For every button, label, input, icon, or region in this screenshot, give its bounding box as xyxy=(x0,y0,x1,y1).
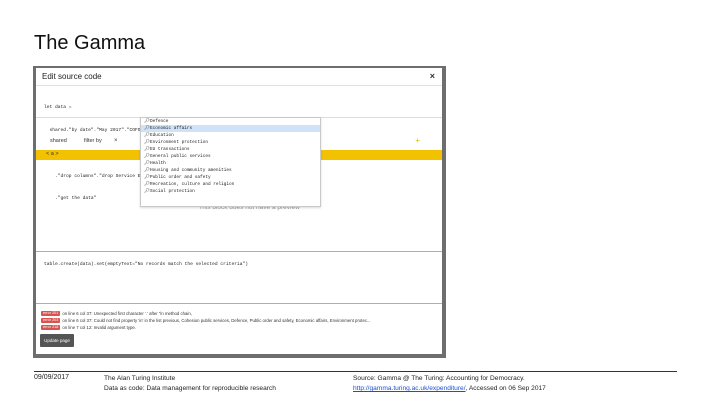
autocomplete-item[interactable]: 🔎︎Environment protection xyxy=(141,139,320,146)
divider xyxy=(36,251,442,252)
error-row: error 218 on line 7 col 12: Invalid argu… xyxy=(41,324,439,331)
property-icon: 🔎︎ xyxy=(144,189,150,194)
update-page-button[interactable]: Update page xyxy=(40,334,74,347)
source-accessed: , Accessed on 06 Sep 2017 xyxy=(465,385,546,392)
code-line: let data = xyxy=(44,105,72,111)
autocomplete-item[interactable]: 🔎︎Recreation, culture and religion xyxy=(141,181,320,188)
property-icon: 🔎︎ xyxy=(144,154,150,159)
error-list: error 201 on line 6 col 37: Unexpected f… xyxy=(41,310,439,331)
modal-title: Edit source code xyxy=(42,72,102,81)
screenshot-frame: Edit source code × let data = shared."by… xyxy=(33,66,446,358)
autocomplete-item[interactable]: 🔎︎General public services xyxy=(141,153,320,160)
source-link[interactable]: http://gamma.turing.ac.uk/expenditure/ xyxy=(353,385,466,392)
autocomplete-item[interactable]: 🔎︎Defence xyxy=(141,118,320,125)
autocomplete-item[interactable]: 🔎︎Social protection xyxy=(141,188,320,195)
property-icon: 🔎︎ xyxy=(144,175,150,180)
autocomplete-item[interactable]: 🔎︎Education xyxy=(141,132,320,139)
autocomplete-item[interactable]: 🔎︎EU transactions xyxy=(141,146,320,153)
error-row: error 201 on line 6 col 37: Unexpected f… xyxy=(41,310,439,317)
divider xyxy=(36,303,442,304)
error-text: on line 6 col 37: Could not find propert… xyxy=(62,318,371,323)
footer-source-line: http://gamma.turing.ac.uk/expenditure/, … xyxy=(353,384,546,394)
footer-source: Source: Gamma @ The Turing: Accounting f… xyxy=(353,374,546,394)
autocomplete-item[interactable]: 🔎︎Health xyxy=(141,160,320,167)
code-editor-table[interactable]: table.create(data).set(emptyText="No rec… xyxy=(44,262,248,267)
modal-header: Edit source code × xyxy=(36,68,442,86)
edit-source-modal: Edit source code × let data = shared."by… xyxy=(36,68,442,354)
selection-bar-nav[interactable]: < a > xyxy=(46,151,59,157)
autocomplete-item-selected[interactable]: 🔎︎Economic affairs xyxy=(141,125,320,132)
error-row: error 203 on line 6 col 37: Could not fi… xyxy=(41,317,439,324)
error-badge: error 201 xyxy=(41,311,61,316)
property-icon: 🔎︎ xyxy=(144,182,150,187)
property-icon: 🔎︎ xyxy=(144,133,150,138)
property-icon: 🔎︎ xyxy=(144,147,150,152)
filter-by-button[interactable]: filter by xyxy=(84,138,102,144)
property-icon: 🔎︎ xyxy=(144,161,150,166)
autocomplete-item[interactable]: 🔎︎Housing and community amenities xyxy=(141,167,320,174)
footer-subtitle: Data as code: Data management for reprod… xyxy=(104,385,276,392)
error-badge: error 218 xyxy=(41,325,61,330)
property-icon: 🔎︎ xyxy=(144,119,150,124)
remove-filter-icon[interactable]: × xyxy=(114,138,118,144)
footer-source-text: Source: Gamma @ The Turing: Accounting f… xyxy=(353,375,525,382)
error-text: on line 7 col 12: Invalid argument type. xyxy=(62,325,136,330)
property-icon: 🔎︎ xyxy=(144,140,150,145)
footer-org: The Alan Turing Institute Data as code: … xyxy=(104,374,276,394)
property-icon: 🔎︎ xyxy=(144,126,150,131)
error-badge: error 203 xyxy=(41,318,61,323)
autocomplete-item[interactable]: 🔎︎Public order and safety xyxy=(141,174,320,181)
add-icon[interactable]: + xyxy=(415,136,420,145)
footer-date: 09/09/2017 xyxy=(34,374,70,381)
shared-button[interactable]: shared xyxy=(50,138,67,144)
autocomplete-dropdown: 🔎︎Defence 🔎︎Economic affairs 🔎︎Education… xyxy=(140,117,321,207)
slide-title: The Gamma xyxy=(34,32,146,54)
footer-divider xyxy=(34,371,677,372)
property-icon: 🔎︎ xyxy=(144,168,150,173)
footer-org-name: The Alan Turing Institute xyxy=(104,375,176,382)
close-icon[interactable]: × xyxy=(430,71,435,81)
error-text: on line 6 col 37: Unexpected first chara… xyxy=(62,311,192,316)
